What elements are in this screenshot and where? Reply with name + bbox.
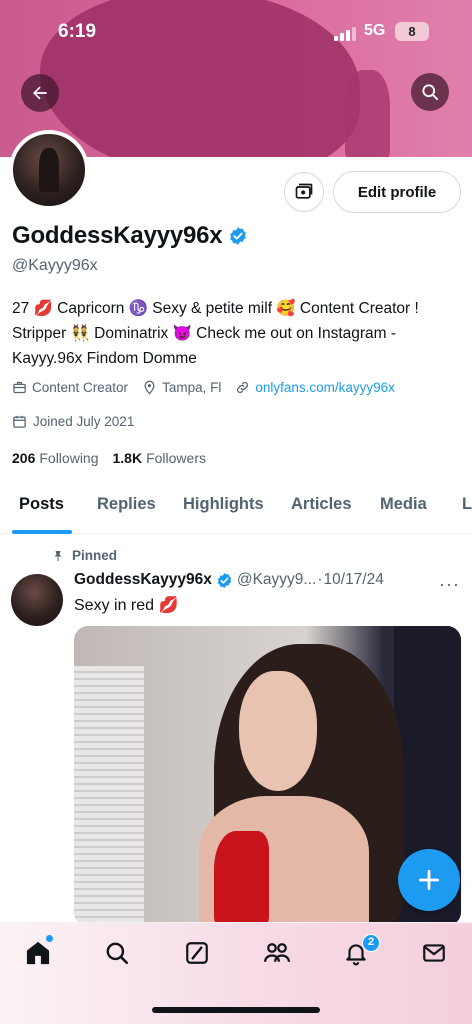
status-time: 6:19: [58, 21, 97, 42]
nav-explore[interactable]: [101, 937, 133, 969]
briefcase-icon: [13, 381, 26, 394]
verified-badge-icon: [217, 572, 232, 588]
subscriptions-icon: [295, 183, 313, 199]
active-tab-indicator: [12, 530, 72, 534]
image-red-top: [214, 831, 269, 926]
search-icon: [106, 942, 129, 965]
post-author-handle: @Kayyy9...: [236, 571, 317, 588]
pin-icon: [54, 550, 62, 561]
nav-grok[interactable]: [181, 937, 213, 969]
tab-posts[interactable]: Posts: [19, 495, 64, 514]
battery-icon: 8: [395, 22, 429, 41]
profile-avatar[interactable]: [9, 130, 89, 210]
nav-communities[interactable]: [261, 937, 293, 969]
post-text: Sexy in red 💋: [74, 597, 179, 614]
profile-location: Tampa, Fl: [142, 380, 221, 395]
profile-joined: Joined July 2021: [12, 414, 134, 429]
communities-icon: [264, 943, 290, 962]
profile-tabs: Posts Replies Highlights Articles Media …: [0, 486, 472, 534]
location-pin-icon: [144, 380, 155, 395]
tab-articles[interactable]: Articles: [291, 495, 352, 514]
grok-icon: [186, 942, 208, 964]
verified-badge-icon: [230, 227, 247, 245]
back-button[interactable]: [21, 74, 59, 112]
tab-likes[interactable]: L: [462, 495, 472, 514]
calendar-icon: [13, 415, 26, 428]
post-date[interactable]: 10/17/24: [324, 571, 384, 589]
compose-post-button[interactable]: [398, 849, 460, 911]
post-more-button[interactable]: ···: [439, 574, 460, 595]
pinned-label: Pinned: [52, 548, 117, 563]
following-label: Following: [39, 450, 99, 466]
post-author-name[interactable]: GoddessKayyy96x: [74, 571, 212, 589]
follow-stats: 206 Following 1.8K Followers: [12, 450, 220, 466]
home-unread-dot: [46, 935, 53, 942]
profile-joined-label: Joined July 2021: [33, 414, 135, 429]
profile-location-label: Tampa, Fl: [162, 380, 222, 395]
nav-messages[interactable]: [418, 937, 450, 969]
envelope-icon: [423, 944, 445, 962]
following-count: 206: [12, 450, 36, 466]
image-blinds: [74, 666, 144, 926]
followers-link[interactable]: 1.8K Followers: [113, 450, 206, 466]
tab-replies[interactable]: Replies: [97, 495, 156, 514]
tab-media[interactable]: Media: [380, 495, 427, 514]
subscriptions-button[interactable]: [284, 172, 324, 212]
post-author-avatar[interactable]: [11, 574, 63, 626]
search-icon: [422, 84, 439, 101]
followers-count: 1.8K: [112, 450, 143, 466]
post-header: GoddessKayyy96x @Kayyy9... · 10/17/24: [74, 571, 384, 589]
profile-handle: @Kayyy96x: [12, 257, 98, 274]
profile-display-name: GoddessKayyy96x: [12, 222, 223, 249]
banner-hands-silhouette: [345, 70, 390, 157]
profile-bio: 27 💋 Capricorn ♑ Sexy & petite milf 🥰 Co…: [12, 300, 419, 367]
pinned-text: Pinned: [72, 548, 118, 563]
profile-category: Content Creator: [12, 380, 128, 395]
home-indicator: [152, 1007, 320, 1013]
notification-count-badge: 2: [362, 934, 380, 952]
profile-website[interactable]: onlyfans.com/kayyy96x: [235, 380, 395, 395]
status-bar: 6:19 5G 8: [0, 18, 472, 44]
profile-name-row: GoddessKayyy96x: [12, 222, 248, 250]
signal-icon: [334, 27, 356, 41]
following-link[interactable]: 206 Following: [12, 450, 99, 466]
tab-highlights[interactable]: Highlights: [183, 495, 264, 514]
post-separator: ·: [317, 571, 323, 588]
image-face: [239, 671, 317, 791]
link-icon: [237, 382, 249, 393]
profile-meta: Content Creator Tampa, Fl onlyfans.com/k…: [12, 380, 409, 395]
profile-website-link[interactable]: onlyfans.com/kayyy96x: [255, 380, 395, 395]
edit-profile-button[interactable]: Edit profile: [333, 171, 461, 213]
search-button[interactable]: [411, 73, 449, 111]
profile-category-label: Content Creator: [32, 380, 129, 395]
followers-label: Followers: [146, 450, 206, 466]
home-icon: [26, 941, 50, 965]
plus-icon: [418, 869, 440, 891]
network-label: 5G: [364, 22, 386, 39]
arrow-left-icon: [33, 86, 47, 100]
